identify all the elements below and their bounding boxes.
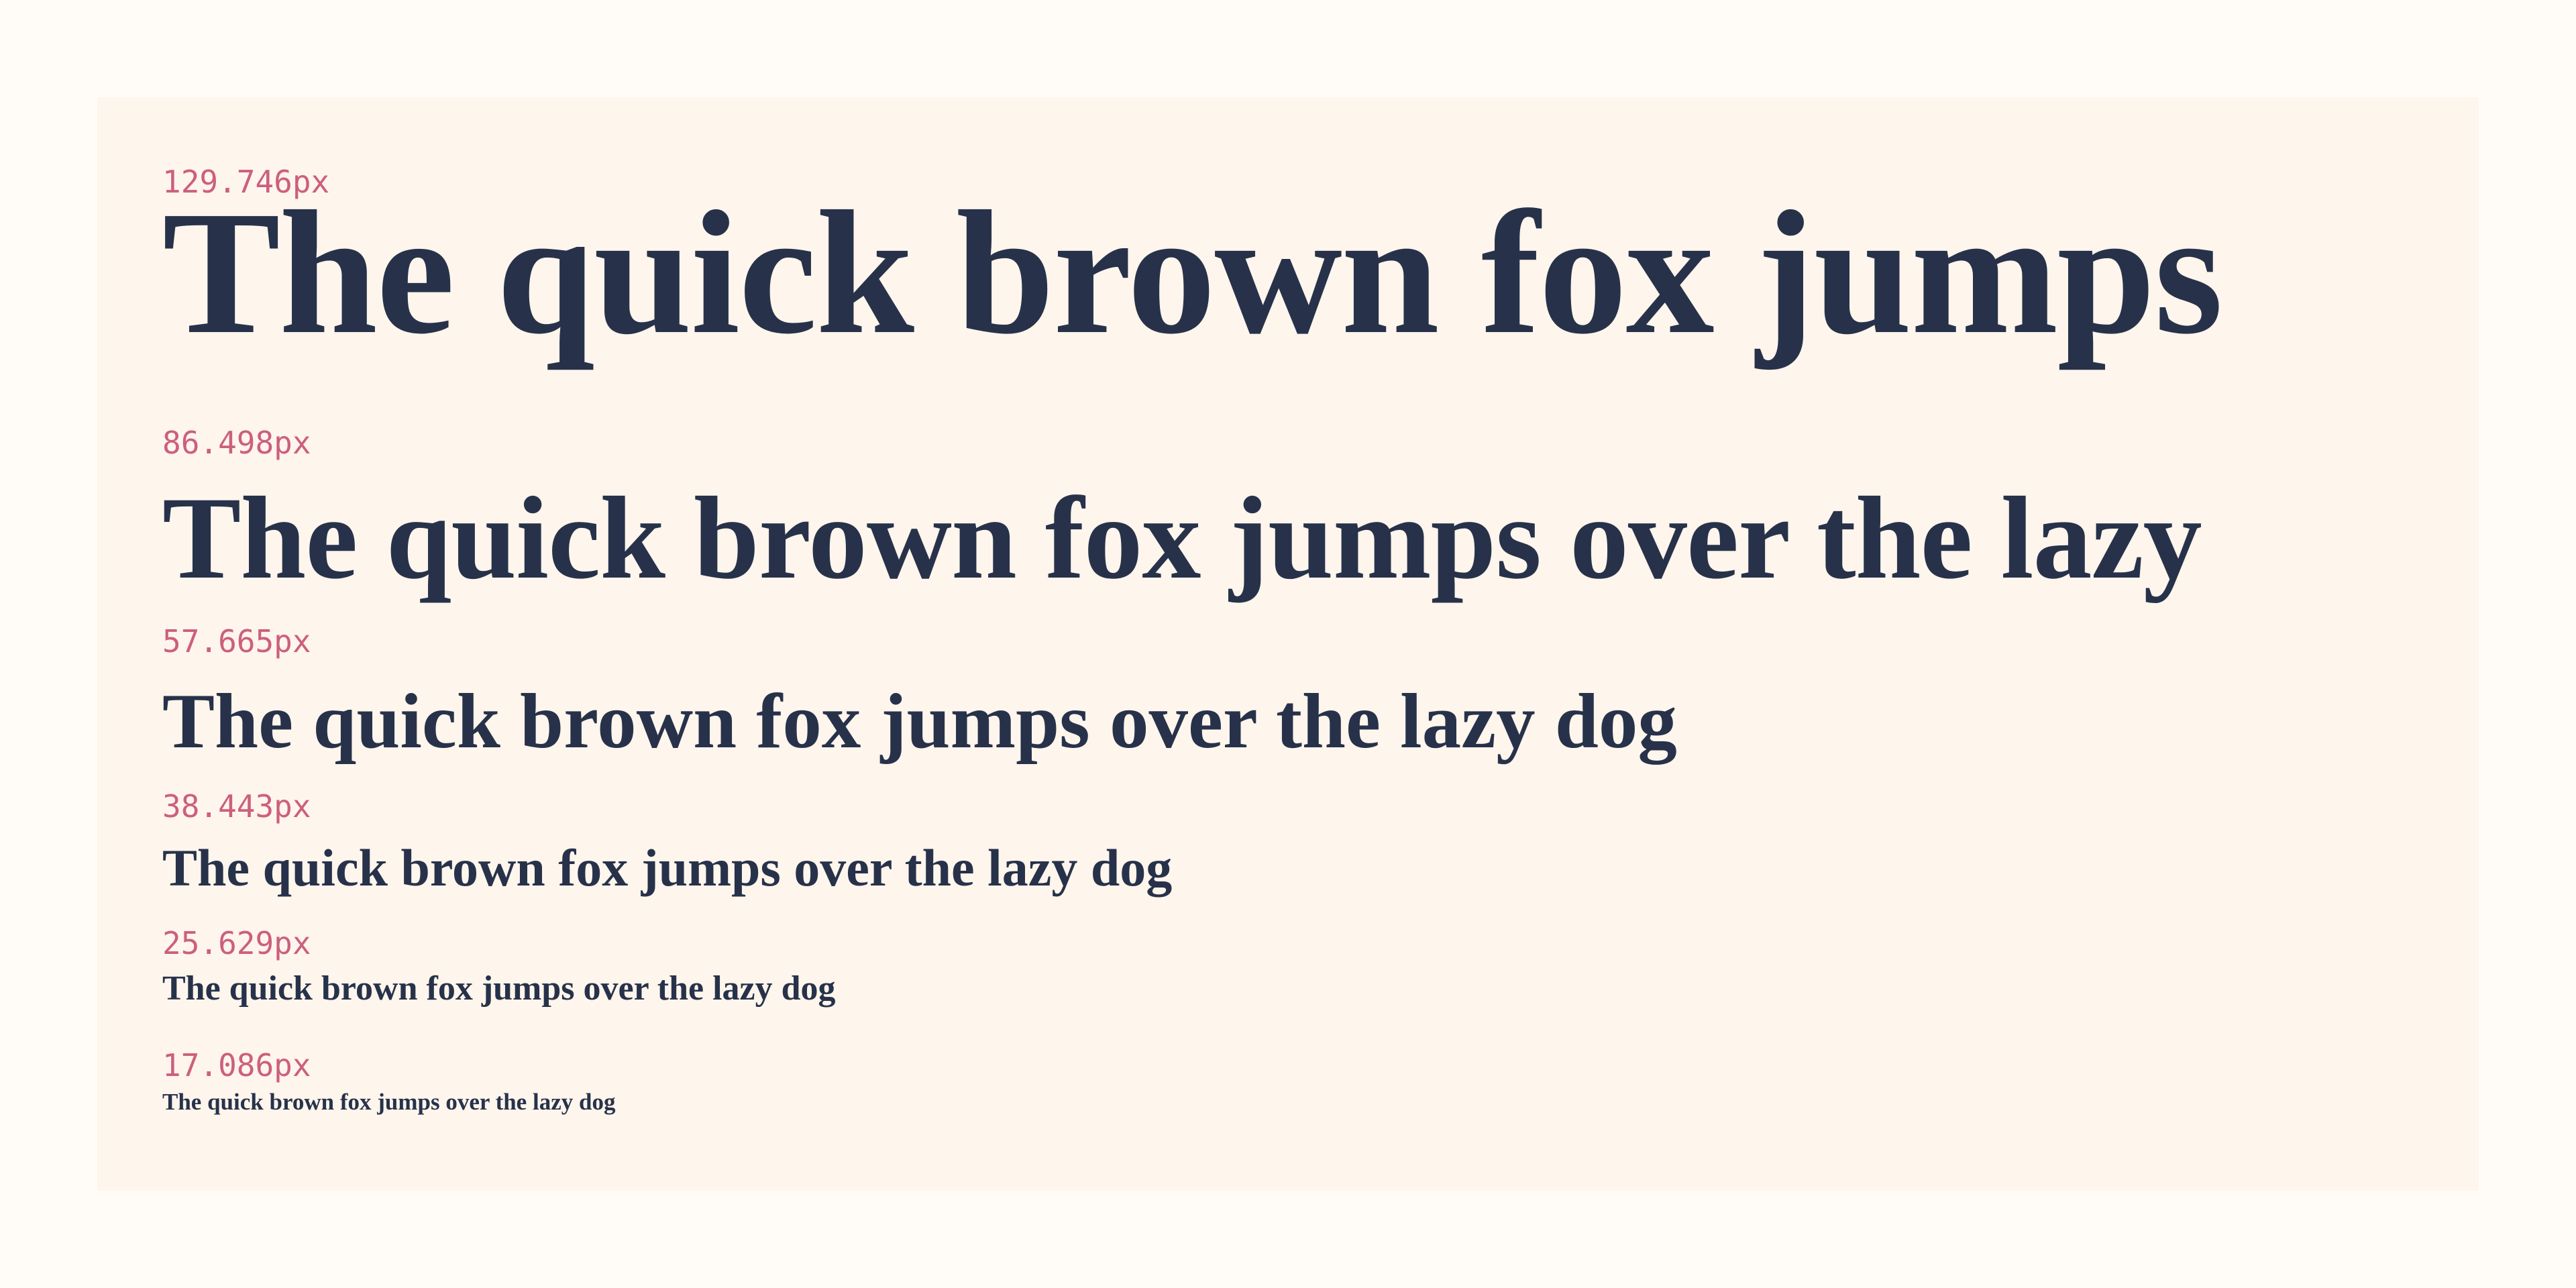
specimen-line: The quick brown fox jumps over the lazy bbox=[162, 473, 2202, 604]
size-label: 57.665px bbox=[162, 623, 311, 659]
specimen-line: The quick brown fox jumps over the lazy … bbox=[162, 678, 1677, 765]
specimen-line: The quick brown fox jumps over the lazy … bbox=[162, 1089, 616, 1115]
specimen-line: The quick brown fox jumps bbox=[162, 175, 2223, 371]
type-scale-panel: 129.746px The quick brown fox jumps 86.4… bbox=[97, 97, 2479, 1191]
size-label: 17.086px bbox=[162, 1047, 311, 1083]
size-label: 38.443px bbox=[162, 788, 311, 824]
size-label: 25.629px bbox=[162, 925, 311, 961]
specimen-line: The quick brown fox jumps over the lazy … bbox=[162, 839, 1173, 897]
size-label: 86.498px bbox=[162, 425, 311, 461]
specimen-line: The quick brown fox jumps over the lazy … bbox=[162, 969, 836, 1008]
